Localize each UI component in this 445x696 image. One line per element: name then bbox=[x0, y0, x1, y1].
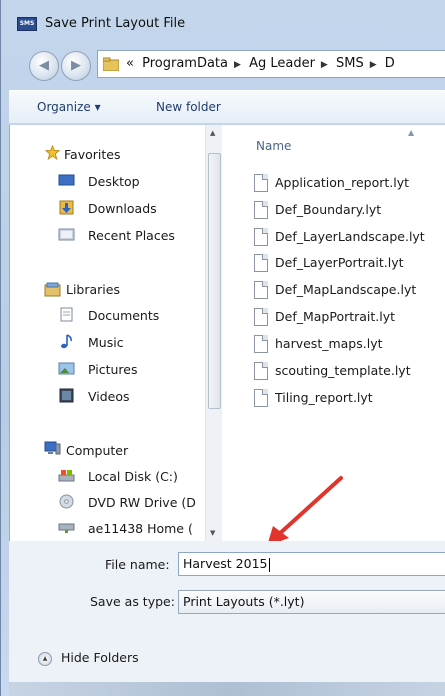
scrollbar-thumb[interactable] bbox=[208, 153, 221, 409]
breadcrumb-item[interactable]: ProgramData bbox=[142, 56, 228, 71]
file-icon bbox=[254, 254, 268, 272]
file-item[interactable]: Def_LayerLandscape.lyt bbox=[254, 227, 445, 247]
nav-recent-places[interactable]: Recent Places bbox=[88, 228, 175, 243]
nav-pictures[interactable]: Pictures bbox=[88, 362, 138, 377]
save-as-type-select[interactable]: Print Layouts (*.lyt) bbox=[178, 590, 445, 614]
chevron-up-icon[interactable]: ▲ bbox=[38, 652, 52, 666]
file-item[interactable]: Application_report.lyt bbox=[254, 173, 445, 193]
local-disk-icon bbox=[58, 470, 75, 482]
file-name-label: Def_MapLandscape.lyt bbox=[275, 282, 417, 297]
sort-ascending-icon: ▲ bbox=[408, 128, 415, 137]
breadcrumb-overflow[interactable]: « bbox=[126, 56, 134, 71]
file-name-label: Def_LayerPortrait.lyt bbox=[275, 255, 404, 270]
save-as-type-label: Save as type: bbox=[90, 594, 175, 609]
nav-computer[interactable]: Computer bbox=[66, 443, 128, 458]
breadcrumb-separator-icon[interactable]: ▶ bbox=[321, 60, 328, 70]
file-icon bbox=[254, 308, 268, 326]
window-bottom-edge bbox=[9, 682, 445, 696]
new-folder-button[interactable]: New folder bbox=[156, 100, 221, 114]
file-name-label: scouting_template.lyt bbox=[275, 363, 411, 378]
nav-downloads[interactable]: Downloads bbox=[88, 201, 157, 216]
back-arrow-icon: ◀ bbox=[39, 58, 49, 73]
column-header-name[interactable]: Name bbox=[256, 139, 291, 153]
file-name-value: Harvest 2015 bbox=[183, 556, 268, 571]
file-icon bbox=[254, 335, 268, 353]
videos-icon bbox=[59, 388, 74, 403]
text-caret bbox=[268, 557, 270, 572]
nav-libraries[interactable]: Libraries bbox=[66, 282, 120, 297]
breadcrumb-item[interactable]: SMS bbox=[336, 56, 364, 71]
title-bar[interactable]: SMS Save Print Layout File bbox=[1, 0, 445, 42]
command-toolbar: Organize ▾ New folder bbox=[9, 90, 445, 124]
documents-icon bbox=[60, 307, 73, 322]
file-name-label: Application_report.lyt bbox=[275, 175, 410, 190]
file-item[interactable]: Def_Boundary.lyt bbox=[254, 200, 445, 220]
file-name-label: Def_LayerLandscape.lyt bbox=[275, 229, 425, 244]
file-name-input[interactable]: Harvest 2015 bbox=[178, 552, 445, 576]
forward-arrow-icon: ▶ bbox=[71, 58, 81, 73]
breadcrumb-separator-icon[interactable]: ▶ bbox=[234, 60, 241, 70]
network-drive-icon bbox=[58, 523, 75, 533]
file-item[interactable]: Def_MapPortrait.lyt bbox=[254, 307, 445, 327]
file-item[interactable]: scouting_template.lyt bbox=[254, 361, 445, 381]
file-icon bbox=[254, 228, 268, 246]
dvd-drive-icon bbox=[59, 494, 74, 509]
folder-icon bbox=[103, 57, 119, 71]
forward-button[interactable]: ▶ bbox=[61, 51, 91, 81]
browser-content: Favorites Desktop Downloads Recent Place… bbox=[9, 125, 445, 541]
nav-network-drive[interactable]: ae11438 Home ( bbox=[88, 521, 193, 536]
file-item[interactable]: Def_MapLandscape.lyt bbox=[254, 280, 445, 300]
file-name-label: Def_MapPortrait.lyt bbox=[275, 309, 396, 324]
nav-desktop[interactable]: Desktop bbox=[88, 174, 140, 189]
nav-pane-scrollbar[interactable]: ▲ ▼ bbox=[205, 125, 222, 541]
file-icon bbox=[254, 174, 268, 192]
window-title: Save Print Layout File bbox=[45, 16, 186, 31]
file-item[interactable]: Tiling_report.lyt bbox=[254, 388, 445, 408]
app-icon: SMS bbox=[17, 17, 37, 31]
back-button[interactable]: ◀ bbox=[29, 51, 59, 81]
hide-folders-button[interactable]: Hide Folders bbox=[61, 650, 139, 665]
nav-music[interactable]: Music bbox=[88, 335, 124, 350]
file-name-label: Tiling_report.lyt bbox=[275, 390, 373, 405]
file-name-label: Def_Boundary.lyt bbox=[275, 202, 382, 217]
file-icon bbox=[254, 389, 268, 407]
pictures-icon bbox=[58, 362, 75, 375]
libraries-icon bbox=[44, 282, 61, 297]
scroll-down-icon[interactable]: ▼ bbox=[210, 529, 215, 537]
save-dialog-window: SMS Save Print Layout File ◀ ▶ « Program… bbox=[0, 0, 445, 696]
breadcrumb-item[interactable]: Ag Leader bbox=[249, 56, 315, 71]
favorites-star-icon bbox=[44, 145, 61, 160]
nav-dvd-drive[interactable]: DVD RW Drive (D bbox=[88, 495, 196, 510]
file-icon bbox=[254, 201, 268, 219]
downloads-icon bbox=[59, 200, 74, 215]
desktop-icon bbox=[58, 174, 75, 186]
file-item[interactable]: harvest_maps.lyt bbox=[254, 334, 445, 354]
file-name-label: harvest_maps.lyt bbox=[275, 336, 383, 351]
scroll-up-icon[interactable]: ▲ bbox=[210, 129, 215, 137]
address-bar[interactable]: « ProgramData ▶ Ag Leader ▶ SMS ▶ D bbox=[97, 50, 445, 78]
nav-documents[interactable]: Documents bbox=[88, 308, 159, 323]
annotation-arrow-icon bbox=[267, 476, 343, 546]
file-icon bbox=[254, 281, 268, 299]
recent-places-icon bbox=[58, 228, 75, 241]
nav-videos[interactable]: Videos bbox=[88, 389, 130, 404]
breadcrumb-item[interactable]: D bbox=[385, 56, 395, 71]
file-item[interactable]: Def_LayerPortrait.lyt bbox=[254, 253, 445, 273]
file-name-label: File name: bbox=[105, 557, 170, 572]
music-icon bbox=[61, 334, 72, 349]
computer-icon bbox=[44, 441, 61, 455]
nav-local-disk[interactable]: Local Disk (C:) bbox=[88, 469, 178, 484]
nav-favorites[interactable]: Favorites bbox=[64, 147, 120, 162]
file-icon bbox=[254, 362, 268, 380]
organize-button[interactable]: Organize ▾ bbox=[37, 100, 101, 114]
breadcrumb: « ProgramData ▶ Ag Leader ▶ SMS ▶ D bbox=[126, 56, 399, 71]
breadcrumb-separator-icon[interactable]: ▶ bbox=[370, 60, 377, 70]
navigation-pane: Favorites Desktop Downloads Recent Place… bbox=[10, 125, 213, 541]
